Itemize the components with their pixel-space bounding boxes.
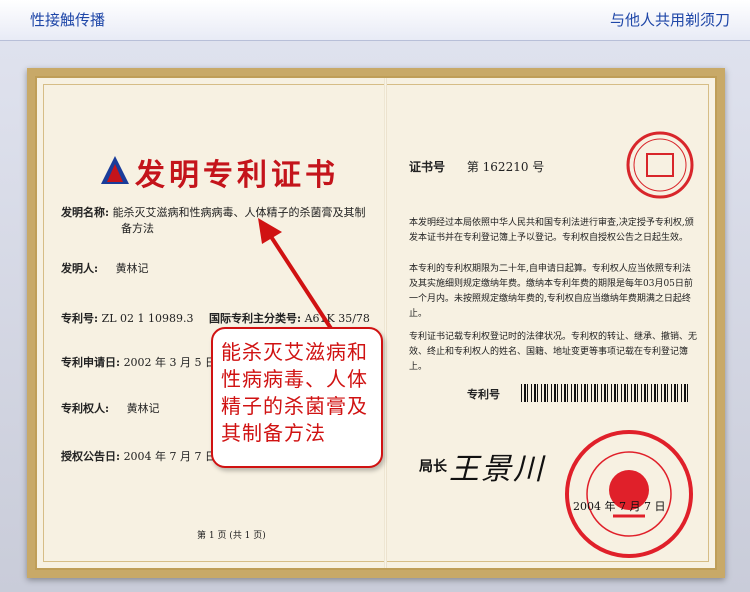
red-arrow-icon — [258, 218, 334, 332]
callout-text: 能杀灭艾滋病和性病病毒、人体精子的杀菌膏及其制备方法 — [221, 340, 368, 445]
callout-box: 能杀灭艾滋病和性病病毒、人体精子的杀菌膏及其制备方法 — [211, 327, 383, 468]
